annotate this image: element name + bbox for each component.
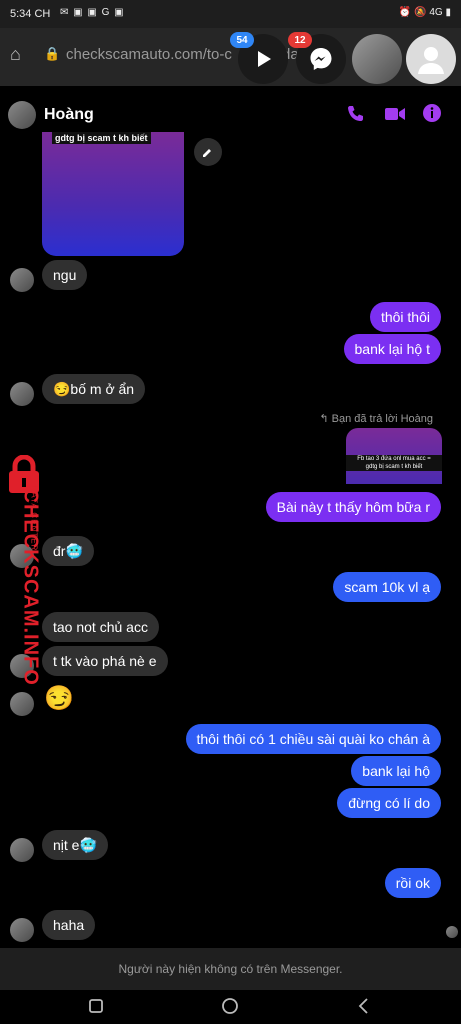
- lock-icon: 🔒: [44, 46, 61, 61]
- image-caption-line: gdtg bị scam t kh biết: [365, 464, 423, 470]
- emoji-message[interactable]: 😏: [44, 684, 74, 713]
- video-call-icon[interactable]: [384, 105, 406, 123]
- unavailable-text: Người này hiện không có trên Messenger.: [118, 962, 343, 976]
- status-time: 5:34 CH: [10, 8, 51, 20]
- message-outgoing[interactable]: thôi thôi có 1 chiều sài quài ko chán à: [185, 724, 441, 754]
- message-outgoing[interactable]: thôi thôi: [369, 302, 441, 332]
- status-right-icons: ⏰ 🔕 4G ▮: [398, 7, 451, 18]
- messenger-badge: 12: [288, 32, 312, 48]
- android-nav-bar: [0, 990, 461, 1024]
- default-avatar-icon: [418, 47, 444, 74]
- watermark-tag: DATA CENTER: [29, 485, 39, 552]
- video-chat-head[interactable]: 54: [230, 32, 288, 84]
- message-avatar[interactable]: [10, 918, 34, 942]
- notification-icons: ✉ ▣ ▣ G ▣: [60, 7, 125, 18]
- recents-icon[interactable]: [88, 998, 104, 1014]
- message-outgoing[interactable]: bank lại hộ t: [343, 334, 441, 364]
- message-outgoing[interactable]: scam 10k vl ạ: [333, 572, 441, 602]
- home-icon[interactable]: ⌂: [10, 44, 21, 65]
- back-icon[interactable]: [356, 997, 372, 1015]
- play-icon: [258, 51, 271, 67]
- messenger-icon: [310, 48, 332, 70]
- shared-image-outgoing[interactable]: Fb tao 3 đứa onl mua acc = gdtg bị scam …: [346, 428, 442, 484]
- image-caption-line: Fb tao 3 đứa onl mua acc =: [357, 456, 431, 462]
- message-outgoing[interactable]: bank lại hộ: [351, 756, 441, 786]
- message-incoming[interactable]: t tk vào phá nè e: [42, 646, 168, 676]
- message-avatar[interactable]: [10, 692, 34, 716]
- info-icon[interactable]: [422, 103, 442, 123]
- message-outgoing[interactable]: rồi ok: [384, 868, 441, 898]
- conversation-window: Hoàng gdtg bị scam t kh biết ngu thôi th…: [0, 92, 461, 948]
- phone-icon[interactable]: [346, 104, 366, 124]
- status-bar: 5:34 CH ✉ ▣ ▣ G ▣ ⏰ 🔕 4G ▮: [0, 0, 461, 28]
- contact-chat-head[interactable]: [352, 34, 402, 84]
- message-incoming[interactable]: 😏bố m ở ẩn: [42, 374, 146, 404]
- contact-avatar[interactable]: [8, 101, 36, 129]
- conversation-header: Hoàng: [0, 92, 461, 136]
- message-avatar[interactable]: [10, 268, 34, 292]
- checkscam-watermark: CHECKSCAM.INFO DATA CENTER: [2, 455, 52, 686]
- contact-name[interactable]: Hoàng: [44, 106, 94, 124]
- message-incoming[interactable]: tao not chủ acc: [42, 612, 159, 642]
- unavailable-notice: Người này hiện không có trên Messenger.: [0, 948, 461, 990]
- message-avatar[interactable]: [10, 838, 34, 862]
- reply-note: ↰ Bạn đã trả lời Hoàng: [319, 413, 433, 425]
- shared-image-incoming[interactable]: gdtg bị scam t kh biết: [42, 132, 184, 256]
- pencil-icon: [203, 149, 211, 157]
- profile-chat-head[interactable]: [406, 34, 456, 84]
- message-incoming[interactable]: haha: [42, 910, 96, 940]
- seen-avatar: [446, 926, 458, 938]
- reply-note-text: Bạn đã trả lời Hoàng: [331, 413, 433, 425]
- image-caption: gdtg bị scam t kh biết: [52, 132, 151, 144]
- message-incoming[interactable]: ngu: [42, 260, 88, 290]
- image-caption-box: Fb tao 3 đứa onl mua acc = gdtg bị scam …: [346, 455, 442, 471]
- video-badge: 54: [230, 32, 254, 48]
- home-nav-icon[interactable]: [221, 997, 239, 1015]
- message-incoming[interactable]: nịt e🥶: [42, 830, 108, 860]
- message-outgoing[interactable]: Bài này t thấy hôm bữa r: [265, 492, 441, 522]
- edit-image-button[interactable]: [194, 138, 222, 166]
- message-outgoing[interactable]: đừng có lí do: [337, 788, 441, 818]
- message-avatar[interactable]: [10, 382, 34, 406]
- messenger-chat-head[interactable]: 12: [288, 32, 346, 84]
- signal-label: 4G: [429, 7, 443, 18]
- url-text[interactable]: checkscamauto.com/to-c: [66, 46, 232, 63]
